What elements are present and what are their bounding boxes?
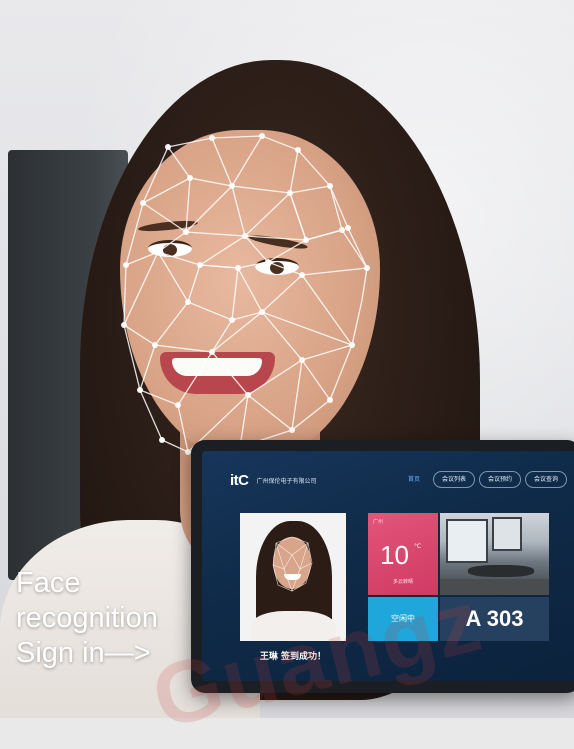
- weather-temperature: 10: [380, 540, 409, 570]
- caption-line-1: Face: [16, 567, 81, 599]
- tab-home[interactable]: 首页: [399, 471, 429, 488]
- tab-meeting-query[interactable]: 会议查询: [525, 471, 568, 488]
- nav-tabs: 首页 会议列表 会议预约 会议查询: [399, 471, 568, 488]
- company-name: 广州保伦电子有限公司: [256, 477, 317, 485]
- tab-meeting-booking[interactable]: 会议预约: [479, 471, 522, 488]
- tab-meeting-list[interactable]: 会议列表: [433, 471, 476, 488]
- brand: itC 广州保伦电子有限公司: [230, 471, 317, 489]
- weather-unit: °C: [414, 543, 422, 550]
- weather-location: 广州: [373, 519, 384, 525]
- brand-logo: itC: [230, 471, 249, 489]
- screen-header: itC 广州保伦电子有限公司 首页 会议列表 会议预约 会议查询: [202, 451, 574, 499]
- caption-line-2: recognition: [16, 602, 158, 634]
